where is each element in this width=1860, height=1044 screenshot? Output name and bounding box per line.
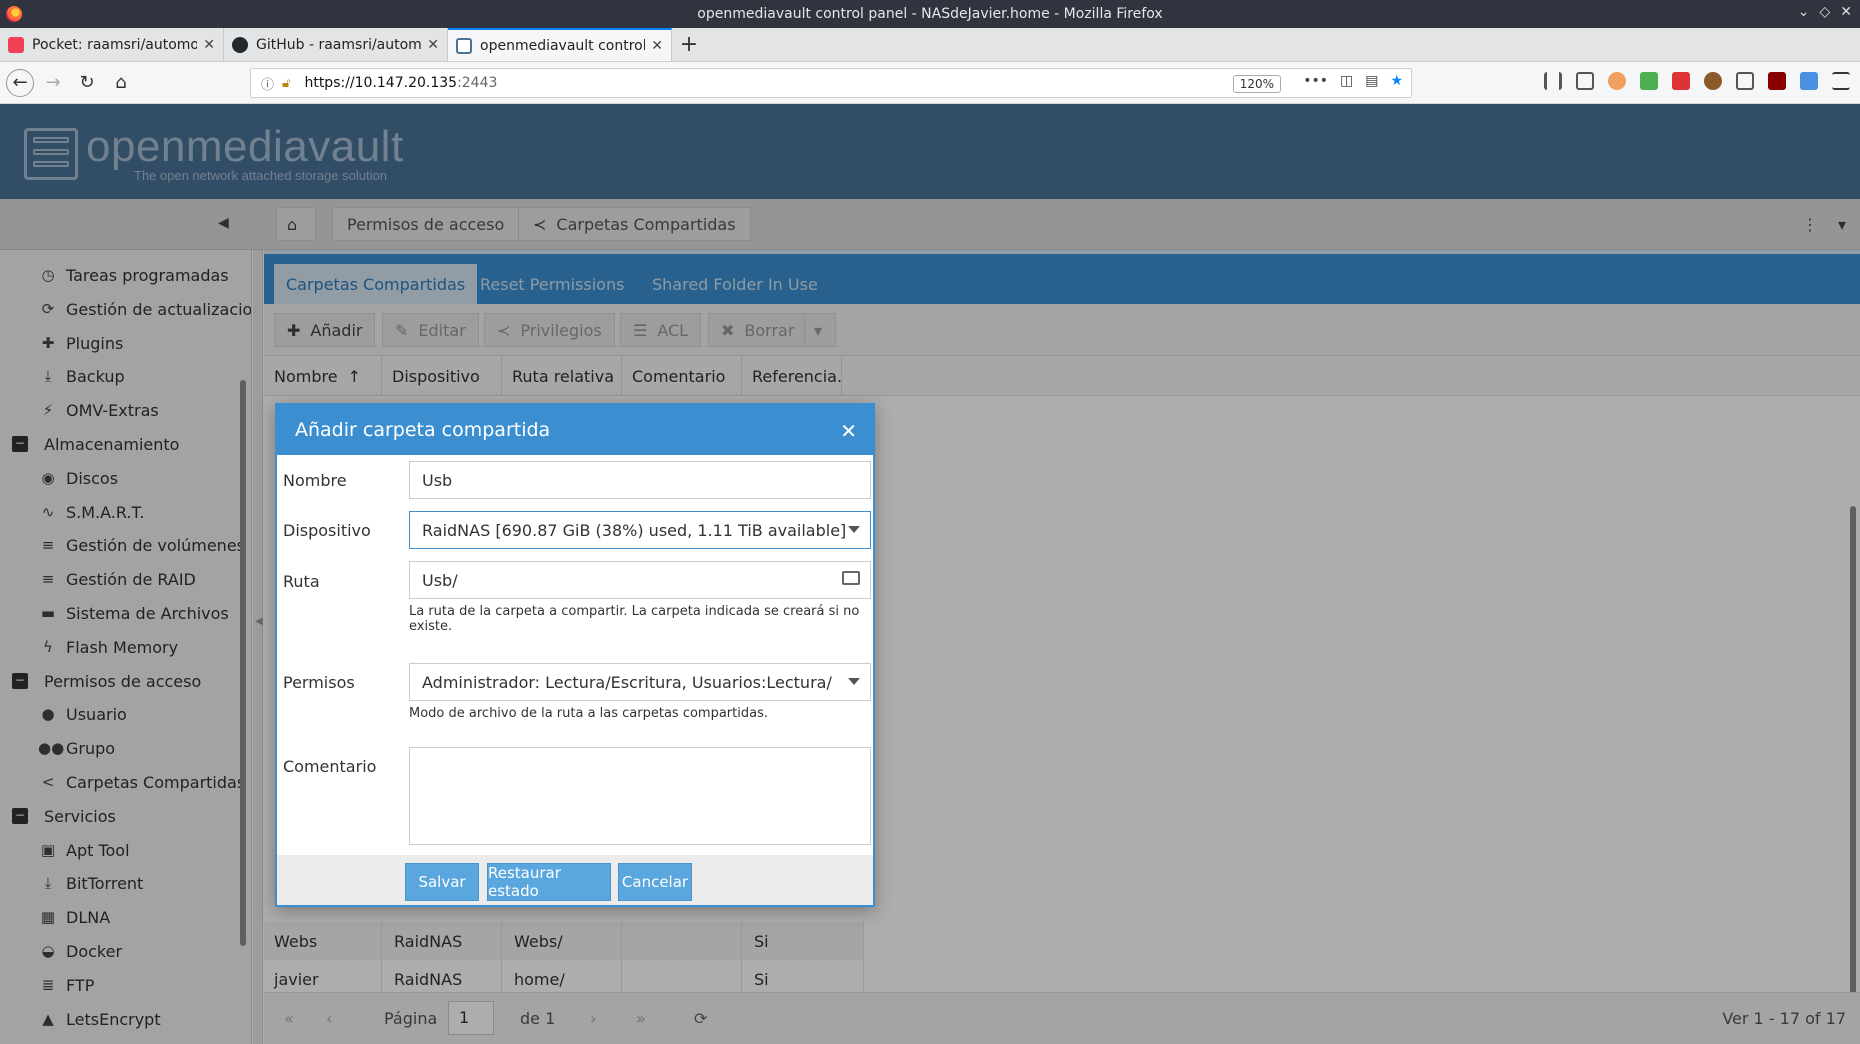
save-button[interactable]: Salvar [405, 863, 479, 901]
tab-close-icon[interactable]: ✕ [203, 37, 215, 53]
info-icon[interactable]: ⓘ [261, 74, 274, 93]
extension-orange-icon[interactable] [1608, 72, 1626, 90]
extension-red-icon[interactable] [1672, 72, 1690, 90]
library-icon[interactable] [1544, 72, 1562, 90]
pocket-icon [8, 36, 24, 53]
path-label: Ruta [283, 572, 320, 591]
device-label: Dispositivo [283, 521, 371, 540]
folder-icon[interactable] [842, 571, 860, 585]
forward-icon[interactable]: → [38, 68, 68, 98]
github-icon [232, 36, 248, 53]
chevron-down-icon [848, 678, 860, 685]
lock-warning-icon[interactable]: 🔓︎ [282, 76, 290, 91]
path-hint: La ruta de la carpeta a compartir. La ca… [409, 604, 860, 634]
browser-tab-github[interactable]: GitHub - raamsri/automou ✕ [224, 28, 448, 61]
permissions-label: Permisos [283, 673, 355, 692]
dialog-title: Añadir carpeta compartida [295, 419, 551, 441]
pocket-save-icon[interactable]: ◫ [1340, 73, 1353, 89]
chevron-down-icon [848, 526, 860, 533]
path-field[interactable]: Usb/ [409, 561, 871, 599]
tab-label: openmediavault control pa [480, 37, 646, 54]
extension-gray-icon[interactable] [1736, 72, 1754, 90]
new-tab-button[interactable]: + [672, 28, 706, 61]
back-icon[interactable]: ← [6, 68, 34, 97]
close-icon[interactable]: ✕ [1840, 4, 1852, 20]
sidebar-icon[interactable] [1576, 72, 1594, 90]
browser-tab-omv[interactable]: openmediavault control pa ✕ [448, 28, 672, 61]
browser-navbar: ← → ↻ ⌂ ⓘ 🔓︎ https://10.147.20.135:2443 … [0, 62, 1860, 104]
device-select[interactable]: RaidNAS [690.87 GiB (38%) used, 1.11 TiB… [409, 511, 871, 549]
name-field[interactable]: Usb [409, 461, 871, 499]
tab-close-icon[interactable]: ✕ [651, 38, 663, 54]
maximize-icon[interactable]: ◇ [1819, 4, 1830, 20]
browser-tabbar: Pocket: raamsri/automour ✕ GitHub - raam… [0, 28, 1860, 62]
page-icon [456, 37, 472, 54]
page-actions-icon[interactable]: ••• [1303, 73, 1328, 89]
bookmark-star-icon[interactable]: ★ [1390, 73, 1403, 89]
dialog-footer: Salvar Restaurar estado Cancelar [277, 855, 873, 905]
window-controls: ⌄ ◇ ✕ [1798, 4, 1852, 20]
zoom-indicator[interactable]: 120% [1232, 75, 1281, 93]
cancel-button[interactable]: Cancelar [618, 863, 692, 901]
tab-label: Pocket: raamsri/automour [32, 36, 198, 53]
reload-icon[interactable]: ↻ [72, 68, 102, 98]
permissions-select[interactable]: Administrador: Lectura/Escritura, Usuari… [409, 663, 871, 701]
reset-button[interactable]: Restaurar estado [487, 863, 611, 901]
tab-close-icon[interactable]: ✕ [427, 37, 439, 53]
home-icon[interactable]: ⌂ [106, 68, 136, 98]
minimize-icon[interactable]: ⌄ [1798, 4, 1810, 20]
close-icon[interactable]: ✕ [840, 419, 857, 443]
firefox-icon [6, 6, 22, 22]
permissions-hint: Modo de archivo de la ruta a las carpeta… [409, 706, 768, 721]
dialog-header: Añadir carpeta compartida ✕ [277, 405, 873, 455]
extension-brown-icon[interactable] [1704, 72, 1722, 90]
window-title: openmediavault control panel - NASdeJavi… [697, 6, 1163, 22]
add-shared-folder-dialog: Añadir carpeta compartida ✕ Nombre Usb D… [275, 403, 875, 907]
translate-icon[interactable] [1800, 72, 1818, 90]
reader-view-icon[interactable]: ▤ [1365, 73, 1378, 89]
tab-label: GitHub - raamsri/automou [256, 36, 422, 53]
window-titlebar: openmediavault control panel - NASdeJavi… [0, 0, 1860, 28]
name-label: Nombre [283, 471, 347, 490]
url-text: https://10.147.20.135:2443 [304, 75, 498, 91]
comment-textarea[interactable] [409, 747, 871, 845]
comment-label: Comentario [283, 757, 377, 776]
extension-green-icon[interactable] [1640, 72, 1658, 90]
ublock-icon[interactable] [1768, 72, 1786, 90]
url-bar[interactable]: ⓘ 🔓︎ https://10.147.20.135:2443 120% •••… [250, 68, 1412, 98]
extension-icons [1544, 72, 1850, 90]
browser-tab-pocket[interactable]: Pocket: raamsri/automour ✕ [0, 28, 224, 61]
menu-icon[interactable] [1832, 72, 1850, 90]
